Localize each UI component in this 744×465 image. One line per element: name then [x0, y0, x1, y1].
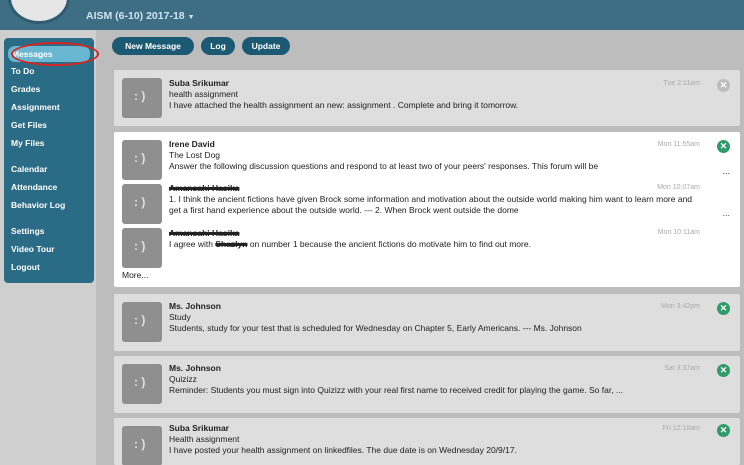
thread-reply[interactable]: : ) Amansahi Hasika 1. I think the ancie… [114, 180, 740, 226]
reply-sender: Amansahi Hasika [169, 228, 240, 238]
truncation-ellipsis: ... [722, 166, 730, 176]
reply-body-prefix: I agree with [169, 239, 213, 249]
reply-time: Mon 10:11am [657, 229, 700, 236]
close-icon[interactable]: ✕ [717, 364, 730, 377]
message-card[interactable]: : ) Irene David The Lost Dog Answer the … [114, 132, 740, 287]
smiley-avatar-icon: : ) [122, 426, 162, 465]
sidebar-item-assignment[interactable]: Assignment [11, 102, 60, 112]
truncation-ellipsis: ... [722, 208, 730, 218]
message-body: I have attached the health assignment an… [169, 100, 519, 110]
message-card[interactable]: : ) Suba Srikumar Health assignment I ha… [114, 418, 740, 465]
sidebar-item-settings[interactable]: Settings [11, 226, 45, 236]
reply-time: Mon 10:07am [657, 184, 700, 191]
message-sender: Ms. Johnson [169, 363, 221, 373]
sidebar-item-calendar[interactable]: Calendar [11, 164, 47, 174]
school-year-selector[interactable]: AISM (6-10) 2017-18 ▼ [86, 10, 195, 22]
message-time: Tue 2:11am [663, 80, 700, 87]
chevron-down-icon: ▼ [187, 14, 195, 21]
close-icon[interactable]: ✕ [717, 79, 730, 92]
smiley-avatar-icon: : ) [122, 140, 162, 180]
message-body: I have posted your health assignment on … [169, 445, 517, 455]
highlight-ring [11, 42, 99, 66]
message-body: Reminder: Students you must sign into Qu… [169, 385, 624, 395]
message-subject: health assignment [169, 89, 238, 99]
log-button[interactable]: Log [201, 37, 235, 55]
reply-body-name: Shazlyn [215, 239, 248, 249]
close-icon[interactable]: ✕ [717, 424, 730, 437]
message-body: Students, study for your test that is sc… [169, 323, 582, 333]
user-avatar[interactable] [8, 0, 70, 24]
message-sender: Suba Srikumar [169, 423, 229, 433]
more-link[interactable]: More... [122, 270, 148, 280]
message-subject: Study [169, 312, 191, 322]
message-time: Mon 3:42pm [661, 303, 700, 310]
sidebar-item-logout[interactable]: Logout [11, 262, 40, 272]
top-bar: AISM (6-10) 2017-18 ▼ [0, 0, 744, 30]
reply-body: 1. I think the ancient fictions have giv… [169, 194, 693, 215]
message-sender: Suba Srikumar [169, 78, 229, 88]
thread-message[interactable]: : ) Irene David The Lost Dog Answer the … [114, 132, 740, 180]
message-sender: Ms. Johnson [169, 301, 221, 311]
smiley-avatar-icon: : ) [122, 78, 162, 118]
sidebar-item-attendance[interactable]: Attendance [11, 182, 57, 192]
new-message-button[interactable]: New Message [112, 37, 194, 55]
school-year-label: AISM (6-10) 2017-18 [86, 10, 185, 22]
message-card[interactable]: : ) Ms. Johnson Quizizz Reminder: Studen… [114, 356, 740, 413]
message-body: Answer the following discussion question… [169, 161, 599, 171]
close-icon[interactable]: ✕ [717, 140, 730, 153]
message-time: Mon 11:55am [657, 141, 700, 148]
smiley-avatar-icon: : ) [122, 302, 162, 342]
reply-sender: Amansahi Hasika [169, 183, 240, 193]
sidebar-item-grades[interactable]: Grades [11, 84, 40, 94]
sidebar-menu: Messages To Do Grades Assignment Get Fil… [4, 38, 94, 283]
sidebar-item-to-do[interactable]: To Do [11, 66, 34, 76]
sidebar-item-get-files[interactable]: Get Files [11, 120, 47, 130]
smiley-avatar-icon: : ) [122, 184, 162, 224]
message-card[interactable]: : ) Ms. Johnson Study Students, study fo… [114, 294, 740, 351]
sidebar-item-video-tour[interactable]: Video Tour [11, 244, 55, 254]
message-time: Sat 3:37am [664, 365, 700, 372]
close-icon[interactable]: ✕ [717, 302, 730, 315]
thread-reply[interactable]: : ) Amansahi Hasika I agree with Shazlyn… [114, 226, 740, 287]
smiley-avatar-icon: : ) [122, 228, 162, 268]
message-subject: The Lost Dog [169, 150, 221, 160]
smiley-avatar-icon: : ) [122, 364, 162, 404]
message-time: Fri 12:18am [662, 425, 700, 432]
message-subject: Health assignment [169, 434, 240, 444]
message-subject: Quizizz [169, 374, 197, 384]
update-button[interactable]: Update [242, 37, 290, 55]
message-sender: Irene David [169, 139, 215, 149]
reply-body-suffix: on number 1 because the ancient fictions… [249, 239, 531, 249]
message-card[interactable]: : ) Suba Srikumar health assignment I ha… [114, 70, 740, 126]
sidebar-item-behavior-log[interactable]: Behavior Log [11, 200, 65, 210]
sidebar-item-my-files[interactable]: My Files [11, 138, 45, 148]
